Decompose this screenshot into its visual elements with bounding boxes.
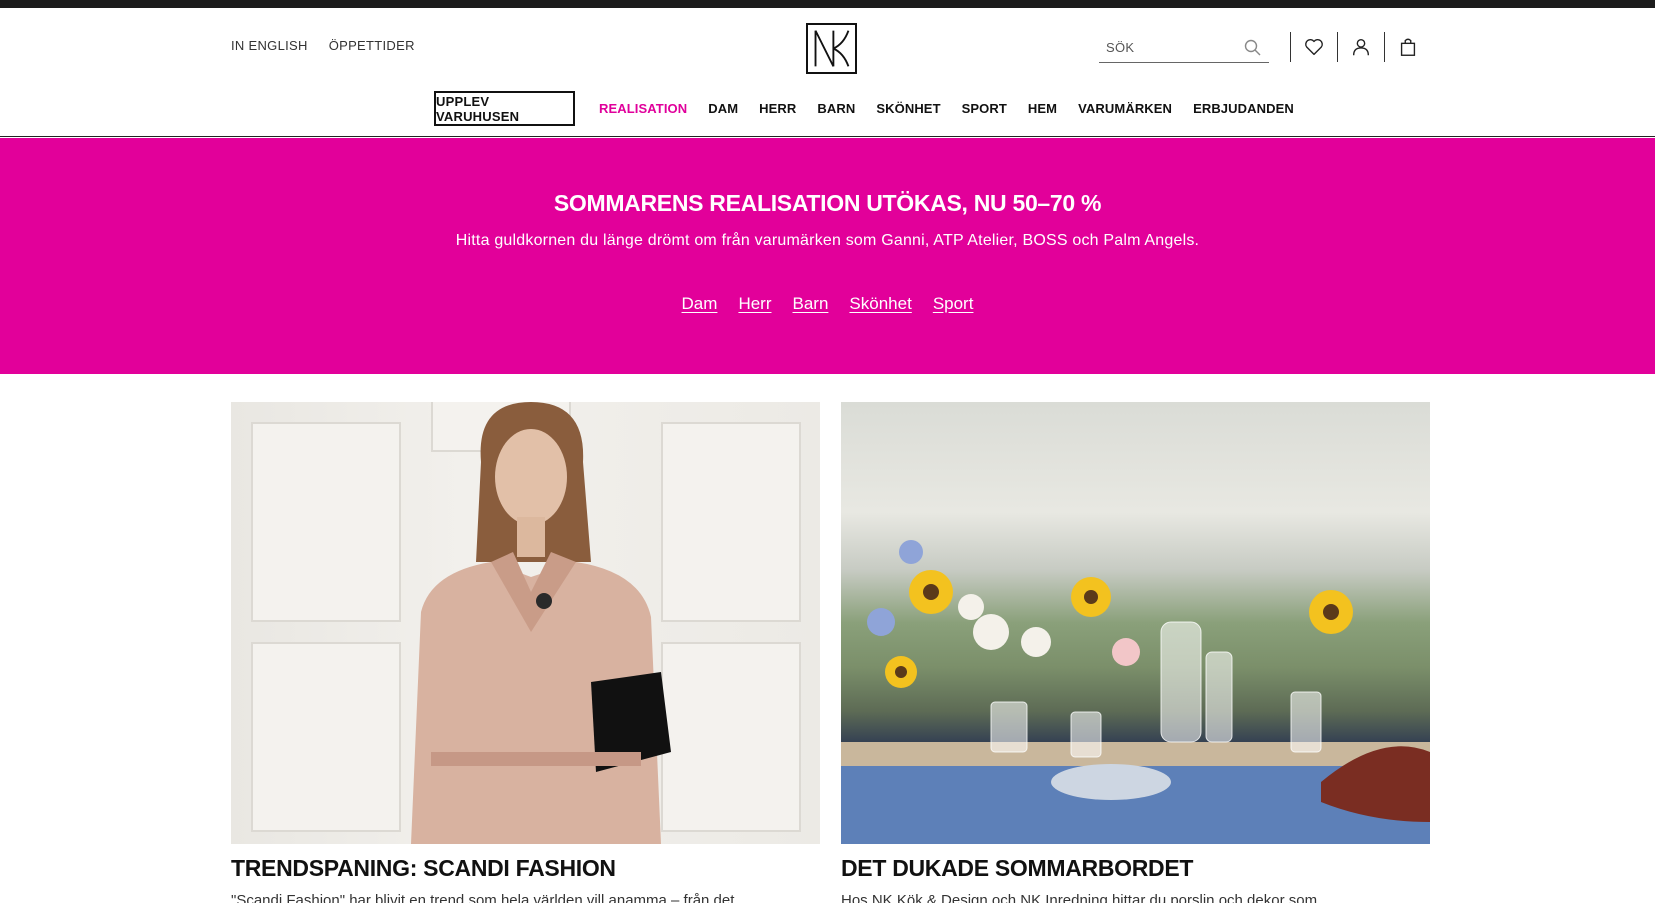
wishlist-button[interactable] [1291, 32, 1337, 62]
promo-link-barn[interactable]: Barn [793, 294, 829, 314]
bag-icon [1400, 38, 1416, 56]
user-icon [1352, 38, 1370, 56]
nav-item-varumarken[interactable]: VARUMÄRKEN [1078, 101, 1172, 116]
nk-logo[interactable] [806, 23, 857, 74]
cart-button[interactable] [1385, 32, 1431, 62]
upplev-varuhusen-button[interactable]: UPPLEV VARUHUSEN [434, 91, 575, 126]
card-description: Hos NK Kök & Design och NK Inredning hit… [841, 892, 1318, 903]
nav-menu: REALISATION DAM HERR BARN SKÖNHET SPORT … [599, 91, 1315, 126]
nk-logo-mark [814, 30, 850, 67]
promo-link-dam[interactable]: Dam [682, 294, 718, 314]
nav-item-barn[interactable]: BARN [817, 101, 855, 116]
account-button[interactable] [1338, 32, 1384, 62]
sale-promo-banner: SOMMARENS REALISATION UTÖKAS, NU 50–70 %… [0, 138, 1655, 374]
table-scene [841, 540, 1430, 844]
card-title[interactable]: TRENDSPANING: SCANDI FASHION [231, 855, 820, 882]
nav-item-herr[interactable]: HERR [759, 101, 796, 116]
promo-category-links: Dam Herr Barn Skönhet Sport [0, 294, 1655, 314]
promo-link-sport[interactable]: Sport [933, 294, 974, 314]
scandi-fashion-image[interactable] [231, 402, 820, 844]
top-strip [0, 0, 1655, 8]
main-navigation: UPPLEV VARUHUSEN REALISATION DAM HERR BA… [0, 91, 1655, 127]
search-input[interactable] [1099, 40, 1239, 55]
card-description: "Scandi Fashion" har blivit en trend som… [231, 892, 735, 903]
summer-table-image[interactable] [841, 402, 1430, 844]
promo-title: SOMMARENS REALISATION UTÖKAS, NU 50–70 % [553, 190, 1102, 216]
nav-item-sport[interactable]: SPORT [962, 101, 1007, 116]
editorial-card-scandi-fashion[interactable]: TRENDSPANING: SCANDI FASHION "Scandi Fas… [231, 402, 820, 903]
in-english-link[interactable]: IN ENGLISH [231, 38, 308, 53]
nav-item-dam[interactable]: DAM [708, 101, 738, 116]
opening-hours-link[interactable]: ÖPPETTIDER [329, 38, 415, 53]
heart-icon [1305, 39, 1323, 56]
promo-link-skonhet[interactable]: Skönhet [849, 294, 911, 314]
nav-item-realisation[interactable]: REALISATION [599, 101, 687, 116]
promo-text: Hitta guldkornen du länge drömt om från … [455, 232, 1200, 249]
search-icon[interactable] [1243, 38, 1263, 58]
nav-item-hem[interactable]: HEM [1028, 101, 1057, 116]
editorial-card-sommarbordet[interactable]: DET DUKADE SOMMARBORDET Hos NK Kök & Des… [841, 402, 1430, 903]
utility-links: IN ENGLISH ÖPPETTIDER [231, 38, 415, 53]
header-icons [1290, 32, 1431, 62]
site-header: IN ENGLISH ÖPPETTIDER SÖK UPPLEV VARUHUS… [0, 8, 1655, 137]
nav-item-erbjudanden[interactable]: ERBJUDANDEN [1193, 101, 1294, 116]
card-title[interactable]: DET DUKADE SOMMARBORDET [841, 855, 1430, 882]
promo-link-herr[interactable]: Herr [738, 294, 771, 314]
nav-item-skonhet[interactable]: SKÖNHET [876, 101, 940, 116]
model-figure [411, 402, 671, 844]
search-bar [1099, 33, 1269, 63]
